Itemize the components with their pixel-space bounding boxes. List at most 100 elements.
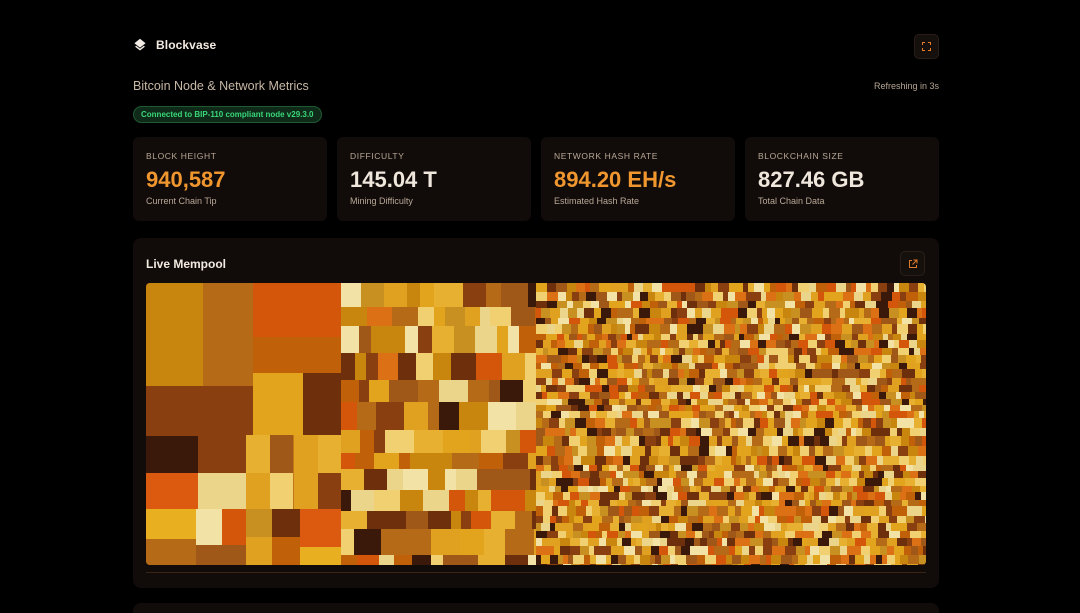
mempool-block (709, 385, 716, 392)
open-mempool-button[interactable] (900, 251, 925, 276)
mempool-block (718, 363, 725, 369)
mempool-block (594, 399, 602, 405)
mempool-block (814, 301, 825, 308)
mempool-block (763, 478, 773, 486)
mempool-block (810, 355, 817, 363)
mempool-block (460, 529, 484, 555)
mempool-block (683, 392, 690, 399)
mempool-block (852, 531, 861, 538)
mempool-block (616, 334, 621, 340)
mempool-block (817, 405, 826, 411)
mempool-block (630, 471, 639, 478)
mempool-block (831, 385, 842, 392)
mempool-block (642, 538, 653, 546)
mempool-block (860, 363, 867, 369)
mempool-block (921, 465, 926, 471)
mempool-block (620, 486, 630, 492)
mempool-block (562, 369, 572, 378)
mempool-block (698, 456, 705, 465)
mempool-block (543, 436, 554, 446)
mempool-block (634, 428, 643, 436)
mempool-block (795, 301, 805, 308)
mempool-block (596, 411, 607, 418)
mempool-block (741, 392, 752, 399)
mempool-block (766, 555, 771, 564)
mempool-block (830, 555, 841, 564)
mempool-block (754, 465, 760, 471)
mempool-block (541, 385, 546, 392)
mempool-block (580, 411, 590, 418)
mempool-block (889, 531, 894, 538)
mempool-block (781, 486, 786, 492)
mempool-block (876, 538, 887, 546)
mempool-block (647, 369, 652, 378)
mempool-block (543, 340, 551, 348)
mempool-block (341, 402, 357, 430)
metric-value: 145.04 T (350, 167, 437, 192)
mempool-block (838, 369, 844, 378)
mempool-block (841, 392, 846, 399)
mempool-block (792, 324, 800, 334)
brand[interactable]: Blockvase (133, 38, 216, 52)
mempool-block (849, 555, 855, 564)
mempool-block (863, 418, 871, 428)
mempool-block (796, 506, 805, 516)
mempool-block (624, 363, 633, 369)
mempool-block (915, 369, 922, 378)
mempool-block (746, 378, 753, 385)
mempool-block (536, 555, 541, 564)
fullscreen-button[interactable] (914, 34, 939, 59)
mempool-block (735, 392, 741, 399)
mempool-block (671, 292, 681, 301)
mempool-block (847, 436, 856, 446)
mempool-block (638, 363, 643, 369)
mempool-treemap[interactable] (146, 283, 926, 565)
mempool-block (897, 324, 908, 334)
mempool-block (562, 523, 573, 531)
mempool-block (456, 469, 477, 490)
mempool-block (671, 418, 681, 428)
mempool-block (387, 469, 403, 490)
mempool-block (850, 516, 861, 523)
mempool-block (756, 492, 761, 500)
mempool-block (566, 385, 574, 392)
mempool-block (793, 405, 802, 411)
mempool-block (555, 446, 565, 456)
mempool-block (821, 378, 832, 385)
mempool-block (547, 283, 556, 292)
mempool-block (736, 418, 743, 428)
mempool-block (851, 471, 859, 478)
mempool-block (544, 546, 554, 555)
mempool-block (544, 500, 553, 506)
mempool-block (890, 405, 900, 411)
mempool-block (667, 486, 674, 492)
mempool-block (900, 292, 906, 301)
mempool-block (621, 446, 632, 456)
mempool-block (653, 486, 658, 492)
mempool-block (554, 436, 562, 446)
mempool-block (881, 292, 887, 301)
metric-value: 894.20 EH/s (554, 167, 677, 192)
mempool-block (515, 511, 532, 529)
mempool-block (736, 318, 743, 324)
mempool-block (654, 428, 660, 436)
mempool-block (592, 516, 602, 523)
mempool-block (766, 340, 776, 348)
mempool-block (403, 469, 428, 490)
mempool-block (576, 428, 587, 436)
mempool-block (699, 500, 706, 506)
mempool-block (146, 283, 203, 386)
mempool-block (906, 355, 916, 363)
mempool-block (802, 456, 810, 465)
mempool-block (709, 506, 717, 516)
mempool-block (203, 283, 253, 386)
mempool-block (838, 378, 845, 385)
mempool-block (502, 353, 525, 380)
mempool-block (669, 516, 678, 523)
mempool-block (792, 500, 799, 506)
mempool-block (576, 506, 586, 516)
mempool-block (582, 334, 587, 340)
mempool-block (840, 308, 845, 318)
mempool-block (562, 324, 571, 334)
mempool-block (902, 399, 909, 405)
